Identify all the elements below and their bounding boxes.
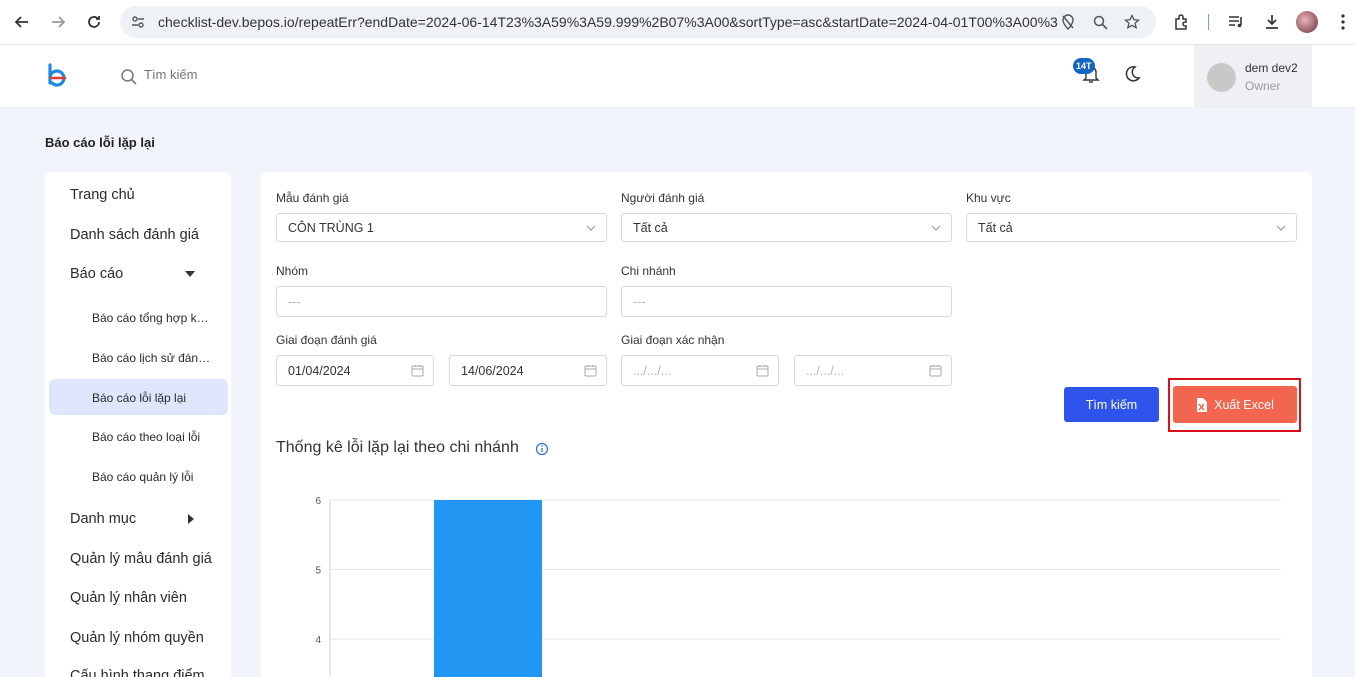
region-select[interactable]: Tất cả [966,213,1297,242]
avatar [1207,63,1236,92]
sidebar: Trang chủ Danh sách đánh giá Báo cáo Báo… [45,172,231,677]
evaluator-select[interactable]: Tất cả [621,213,952,242]
global-search-input[interactable] [144,67,344,82]
calendar-icon [929,365,942,377]
calendar-icon [584,365,597,377]
sidebar-item-reports[interactable]: Báo cáo [70,266,220,282]
sidebar-item-error-management-report[interactable]: Báo cáo quản lý lỗi [92,470,214,484]
eval-start-date-input[interactable]: 01/04/2024 [276,355,434,386]
region-label: Khu vực [966,191,1011,205]
group-select[interactable]: --- [276,286,607,317]
branch-placeholder: --- [633,294,646,309]
sidebar-item-repeat-error-report[interactable]: Báo cáo lỗi lặp lại [92,391,214,405]
calendar-icon [756,365,769,377]
user-menu[interactable]: dem dev2 Owner [1194,45,1312,108]
chevron-down-icon [586,225,596,231]
template-value: CÔN TRÙNG 1 [288,220,374,235]
extensions-icon[interactable] [1170,10,1194,34]
template-label: Mẫu đánh giá [276,191,349,205]
dark-mode-moon-icon[interactable] [1122,64,1142,84]
reload-icon[interactable] [82,10,106,34]
sidebar-item-template-management[interactable]: Quản lý mẫu đánh giá [70,551,220,567]
media-controls-icon[interactable] [1224,10,1248,34]
sidebar-item-summary-report[interactable]: Báo cáo tổng hợp kết quả [92,311,214,325]
sidebar-item-role-group-management[interactable]: Quản lý nhóm quyền [70,630,220,646]
sidebar-item-home[interactable]: Trang chủ [70,187,220,203]
chevron-down-icon [1276,225,1286,231]
page-title: Báo cáo lỗi lặp lại [45,135,155,150]
repeat-error-bar-chart: 4 5 6 [315,496,1281,677]
caret-down-icon[interactable] [185,270,195,278]
sidebar-item-categories[interactable]: Danh mục [70,511,220,527]
eval-start-date: 01/04/2024 [288,363,351,378]
user-role: Owner [1245,79,1281,93]
back-arrow-icon[interactable] [10,10,34,34]
info-icon[interactable] [535,442,549,456]
y-tick-label: 6 [315,496,321,507]
bookmark-star-icon[interactable] [1122,12,1142,32]
sidebar-item-evaluation-list[interactable]: Danh sách đánh giá [70,227,220,243]
search-button[interactable]: Tìm kiếm [1064,387,1159,422]
sidebar-item-history-report[interactable]: Báo cáo lịch sử đánh giá [92,351,214,365]
browser-menu-icon[interactable] [1331,10,1355,34]
app-header: 14T dem dev2 Owner [0,45,1355,108]
eval-period-label: Giai đoạn đánh giá [276,333,377,347]
user-name: dem dev2 [1245,61,1298,75]
branch-label: Chi nhánh [621,264,676,278]
confirm-period-label: Giai đoạn xác nhận [621,333,725,347]
chart-bar[interactable] [434,500,542,677]
region-value: Tất cả [978,220,1013,235]
browser-profile-avatar[interactable] [1296,11,1318,33]
url-text[interactable]: checklist-dev.bepos.io/repeatErr?endDate… [158,14,1058,30]
group-label: Nhóm [276,264,309,278]
toolbar-divider [1208,14,1209,30]
export-excel-button[interactable]: Xuất Excel [1173,386,1297,423]
zoom-icon[interactable] [1090,12,1110,32]
site-settings-icon[interactable] [128,12,148,32]
sidebar-item-staff-management[interactable]: Quản lý nhân viên [70,590,220,606]
chevron-down-icon [931,225,941,231]
calendar-icon [411,365,424,377]
evaluator-label: Người đánh giá [621,191,705,205]
sidebar-item-error-type-report[interactable]: Báo cáo theo loại lỗi [92,430,214,444]
template-select[interactable]: CÔN TRÙNG 1 [276,213,607,242]
confirm-end-date-input[interactable]: .../.../... [794,355,952,386]
forward-arrow-icon[interactable] [46,10,70,34]
bepos-logo-icon[interactable] [46,63,70,91]
excel-file-icon [1197,397,1208,412]
caret-right-icon[interactable] [187,514,195,524]
search-icon [121,69,137,85]
confirm-start-date-input[interactable]: .../.../... [621,355,779,386]
main-panel: Mẫu đánh giá CÔN TRÙNG 1 Người đánh giá … [261,172,1312,677]
location-off-icon[interactable] [1058,12,1078,32]
confirm-end-placeholder: .../.../... [806,363,845,378]
sidebar-item-score-config[interactable]: Cấu hình thang điểm [70,668,220,677]
export-excel-label: Xuất Excel [1214,397,1274,412]
notification-badge: 14T [1073,58,1095,74]
chart-title: Thống kê lỗi lặp lại theo chi nhánh [276,439,519,456]
browser-toolbar: checklist-dev.bepos.io/repeatErr?endDate… [0,0,1355,45]
eval-end-date: 14/06/2024 [461,363,524,378]
branch-select[interactable]: --- [621,286,952,317]
y-tick-label: 5 [315,566,321,577]
eval-end-date-input[interactable]: 14/06/2024 [449,355,607,386]
address-bar[interactable]: checklist-dev.bepos.io/repeatErr?endDate… [120,6,1156,38]
group-placeholder: --- [288,294,301,309]
confirm-start-placeholder: .../.../... [633,363,672,378]
download-icon[interactable] [1260,10,1284,34]
evaluator-value: Tất cả [633,220,668,235]
y-tick-label: 4 [315,635,321,646]
